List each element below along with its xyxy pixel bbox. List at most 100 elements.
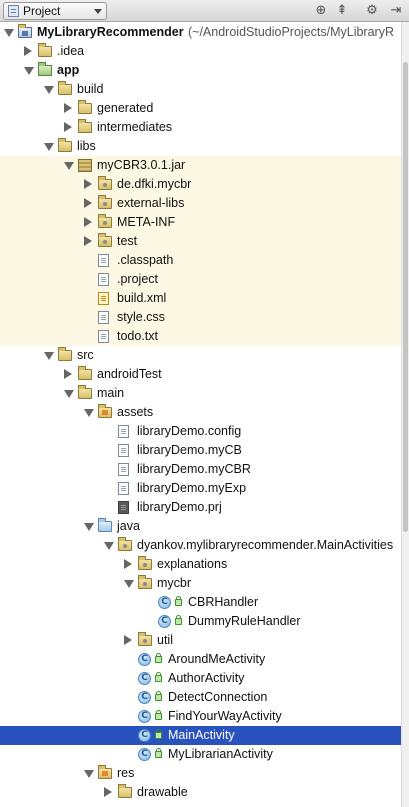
collapsed-arrow-icon[interactable] [124, 635, 132, 645]
tree-node[interactable]: libraryDemo.myExp [0, 479, 401, 498]
scrollbar-thumb[interactable] [403, 62, 408, 532]
tree-node[interactable]: assets [0, 403, 401, 422]
collapsed-arrow-icon[interactable] [84, 236, 92, 246]
class-icon: C [138, 710, 151, 723]
lock-icon [155, 710, 162, 720]
tree-node[interactable]: C AroundMeActivity [0, 650, 401, 669]
project-view-selector[interactable]: Project [3, 2, 107, 20]
lock-icon [155, 672, 162, 682]
expanded-arrow-icon[interactable] [84, 409, 94, 417]
tree-node[interactable]: myCBR3.0.1.jar [0, 156, 401, 175]
tree-node-label: libraryDemo.myCBR [137, 462, 251, 476]
class-icon: C [158, 596, 171, 609]
tree-node[interactable]: explanations [0, 555, 401, 574]
folder-icon [58, 81, 72, 95]
collapsed-arrow-icon[interactable] [124, 559, 132, 569]
vertical-scrollbar[interactable] [401, 22, 409, 807]
tree-node[interactable]: C DetectConnection [0, 688, 401, 707]
tree-node[interactable]: dyankov.mylibraryrecommender.MainActivit… [0, 536, 401, 555]
tree-node[interactable]: main [0, 384, 401, 403]
expanded-arrow-icon[interactable] [64, 162, 74, 170]
resource-folder-icon [98, 404, 112, 418]
tree-node-label: MyLibraryRecommender [37, 25, 184, 39]
tree-node[interactable]: C MainActivity [0, 726, 401, 745]
tree-node[interactable]: libraryDemo.config [0, 422, 401, 441]
expanded-arrow-icon[interactable] [84, 770, 94, 778]
class-icon: C [138, 691, 151, 704]
expanded-arrow-icon[interactable] [84, 523, 94, 531]
class-icon: C [138, 672, 151, 685]
collapsed-arrow-icon[interactable] [84, 217, 92, 227]
project-view-label: Project [23, 4, 61, 18]
tree-node[interactable]: libraryDemo.myCBR [0, 460, 401, 479]
project-path-note: (~/AndroidStudioProjects/MyLibraryR [188, 25, 394, 39]
collapsed-arrow-icon[interactable] [84, 198, 92, 208]
tree-node[interactable]: todo.txt [0, 327, 401, 346]
package-folder-icon [138, 632, 152, 646]
expanded-arrow-icon[interactable] [4, 29, 14, 37]
tree-node[interactable]: app [0, 61, 401, 80]
tree-node[interactable]: build.xml [0, 289, 401, 308]
collapsed-arrow-icon[interactable] [64, 103, 72, 113]
folder-icon [58, 138, 72, 152]
collapsed-arrow-icon[interactable] [64, 369, 72, 379]
gear-icon[interactable]: ⚙ [364, 3, 380, 19]
tree-node-label: de.dfki.mycbr [117, 177, 192, 191]
tree-node[interactable]: src [0, 346, 401, 365]
expanded-arrow-icon[interactable] [124, 580, 134, 588]
hide-panel-icon[interactable]: ⇥ [388, 3, 404, 19]
tree-node[interactable]: res [0, 764, 401, 783]
collapsed-arrow-icon[interactable] [24, 46, 32, 56]
tree-node[interactable]: .idea [0, 42, 401, 61]
expanded-arrow-icon[interactable] [64, 390, 74, 398]
tree-node-label: META-INF [117, 215, 176, 229]
tree-node[interactable]: androidTest [0, 365, 401, 384]
tree-node-label: libs [77, 139, 96, 153]
collapsed-arrow-icon[interactable] [104, 787, 112, 797]
package-folder-icon [138, 575, 152, 589]
expanded-arrow-icon[interactable] [44, 143, 54, 151]
tree-node[interactable]: build [0, 80, 401, 99]
tree-node-label: MyLibrarianActivity [168, 747, 273, 761]
expanded-arrow-icon[interactable] [104, 542, 114, 550]
collapsed-arrow-icon[interactable] [64, 122, 72, 132]
tree-node[interactable]: MyLibraryRecommender (~/AndroidStudioProj… [0, 23, 401, 42]
expanded-arrow-icon[interactable] [24, 67, 34, 75]
tree-node[interactable]: .classpath [0, 251, 401, 270]
tree-node-label: .classpath [117, 253, 174, 267]
tree-node[interactable]: intermediates [0, 118, 401, 137]
tree-node[interactable]: libraryDemo.prj [0, 498, 401, 517]
tree-node[interactable]: libraryDemo.myCB [0, 441, 401, 460]
package-folder-icon [98, 233, 112, 247]
tree-node[interactable]: style.css [0, 308, 401, 327]
tree-node[interactable]: libs [0, 137, 401, 156]
collapsed-arrow-icon[interactable] [84, 179, 92, 189]
tree-node[interactable]: test [0, 232, 401, 251]
tree-node[interactable]: de.dfki.mycbr [0, 175, 401, 194]
tree-node[interactable]: external-libs [0, 194, 401, 213]
tree-node-label: .project [117, 272, 158, 286]
tree-node-label: dyankov.mylibraryrecommender.MainActivit… [137, 538, 394, 552]
file-icon [118, 482, 129, 495]
tree-node[interactable]: java [0, 517, 401, 536]
tree-node[interactable]: C MyLibrarianActivity [0, 745, 401, 764]
tree-node-label: res [117, 766, 135, 780]
tree-node[interactable]: generated [0, 99, 401, 118]
tree-node[interactable]: drawable [0, 783, 401, 802]
tree-node-label: src [77, 348, 94, 362]
module-folder-icon [38, 62, 52, 76]
tree-node[interactable]: C DummyRuleHandler [0, 612, 401, 631]
tree-node-label: util [157, 633, 173, 647]
expanded-arrow-icon[interactable] [44, 352, 54, 360]
expanded-arrow-icon[interactable] [44, 86, 54, 94]
tree-node[interactable]: util [0, 631, 401, 650]
tree-node[interactable]: .project [0, 270, 401, 289]
tree-node[interactable]: mycbr [0, 574, 401, 593]
tree-node[interactable]: META-INF [0, 213, 401, 232]
tree-node[interactable]: C AuthorActivity [0, 669, 401, 688]
file-icon [98, 273, 109, 286]
tree-node[interactable]: C FindYourWayActivity [0, 707, 401, 726]
target-icon[interactable]: ⊕ [313, 3, 329, 19]
collapse-all-icon[interactable]: ⇞ [334, 3, 350, 19]
tree-node[interactable]: C CBRHandler [0, 593, 401, 612]
